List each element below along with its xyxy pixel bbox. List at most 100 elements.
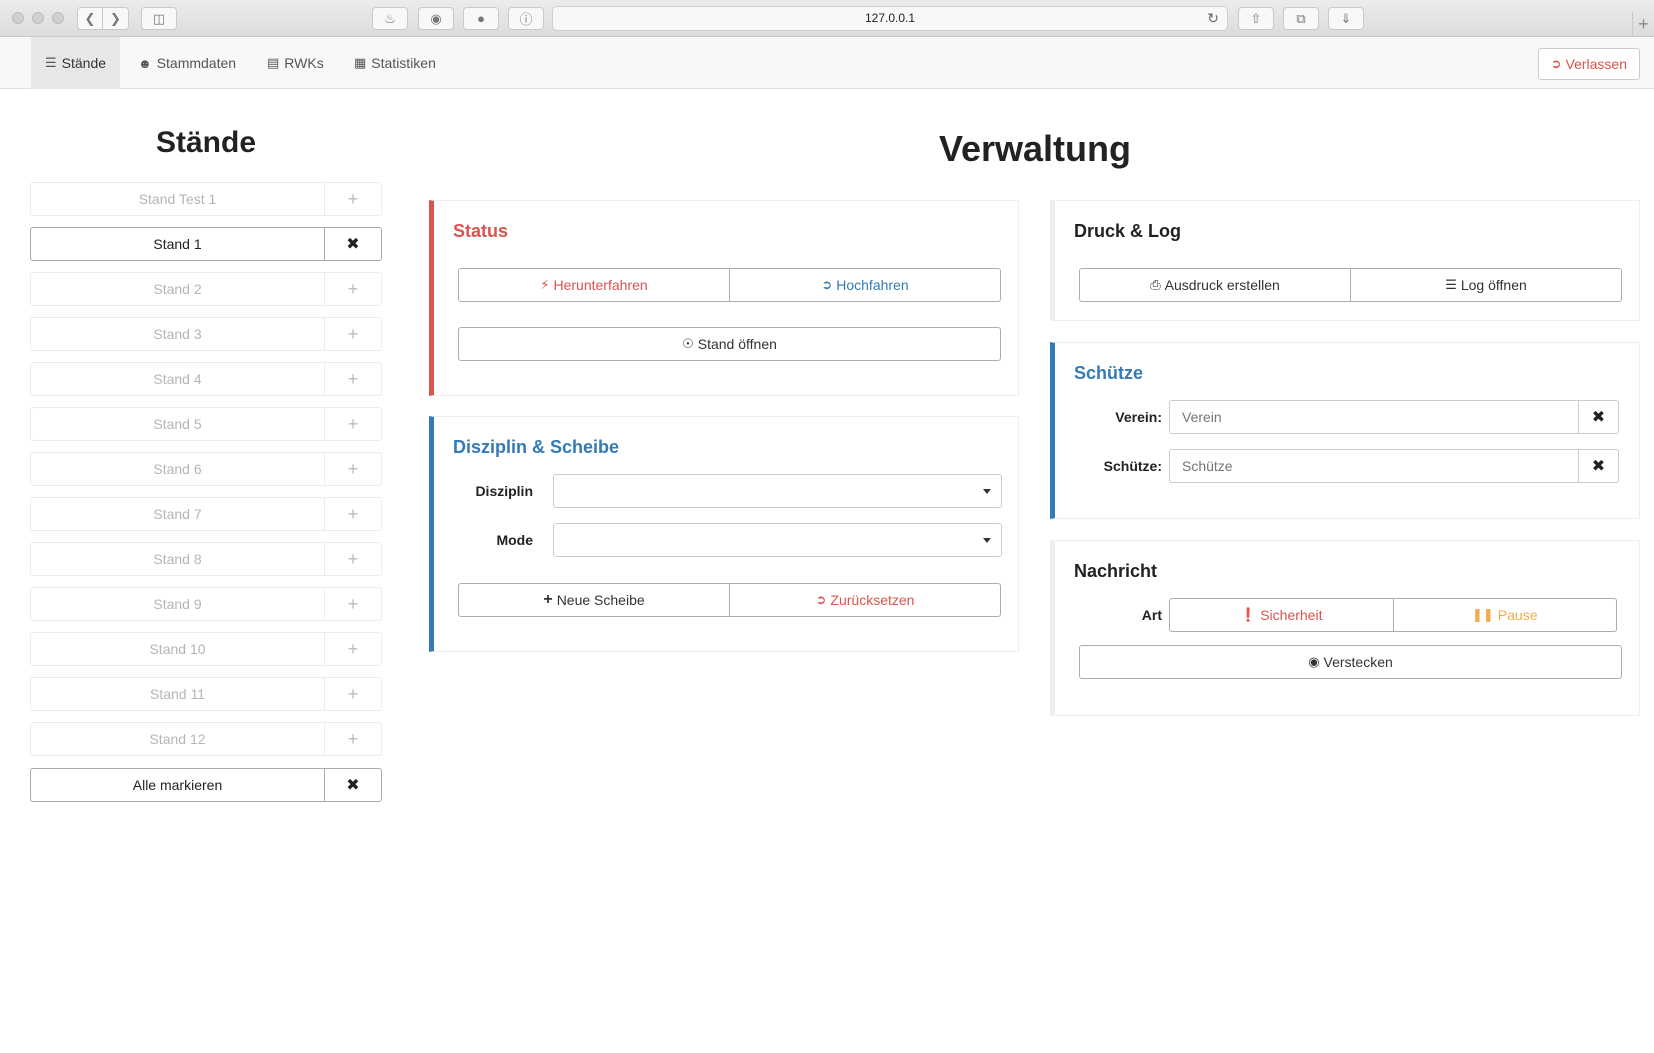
stand-select-button[interactable]: Stand 7 [30,497,325,531]
verein-input[interactable] [1169,400,1579,434]
power-button-group: ⚡︎ Herunterfahren ➲ Hochfahren [458,268,1001,302]
stand-row: Stand Test 1 + [30,182,382,216]
art-button-group: ❗ Sicherheit ❚❚ Pause [1169,598,1617,632]
eye-slash-icon: ◉ [1308,654,1320,669]
nachricht-title: Nachricht [1074,561,1158,581]
plus-icon[interactable]: + [325,182,382,216]
plus-icon[interactable]: + [325,497,382,531]
nav-item-rwks[interactable]: ▤ RWKs [253,37,338,89]
stand-select-button[interactable]: Stand 5 [30,407,325,441]
plus-icon[interactable]: + [325,407,382,441]
close-window-button[interactable] [12,12,24,24]
stand-select-button[interactable]: Stand 9 [30,587,325,621]
print-button[interactable]: ⎙ Ausdruck erstellen [1079,268,1351,302]
druck-button-group: ⎙ Ausdruck erstellen ☰ Log öffnen [1079,268,1622,302]
bolt-icon: ⚡︎ [540,277,550,292]
new-target-button[interactable]: + Neue Scheibe [458,583,730,617]
schuetze-input[interactable] [1169,449,1579,483]
app-navbar: ☰ Stände ☻ Stammdaten ▤ RWKs ▦ Statistik… [0,37,1654,89]
stand-select-button[interactable]: Stand 3 [30,317,325,351]
info-extension-icon[interactable]: ⓘ [508,7,544,30]
disziplin-label: Disziplin [475,483,533,499]
startup-button[interactable]: ➲ Hochfahren [730,268,1001,302]
stand-row: Stand 2 + [30,272,382,306]
pause-icon: ❚❚ [1472,607,1494,622]
nav-item-statistiken[interactable]: ▦ Statistiken [340,37,450,89]
clear-schuetze-button[interactable]: ✖ [1579,449,1619,483]
new-tab-icon[interactable]: + [1632,12,1654,37]
disziplin-select[interactable] [553,474,1002,508]
stand-select-button[interactable]: Stand 12 [30,722,325,756]
leave-button[interactable]: ➲ Verlassen [1537,48,1640,80]
new-target-label: Neue Scheibe [556,592,645,608]
ghost-extension-icon[interactable]: ● [463,7,499,30]
reset-label: Zurücksetzen [830,592,915,608]
stand-select-button[interactable]: Alle markieren [30,768,325,802]
plus-icon[interactable]: + [325,542,382,576]
startup-label: Hochfahren [836,277,909,293]
ublock-icon[interactable]: ◉ [418,7,454,30]
close-icon[interactable]: ✖ [325,227,382,261]
document-icon: ▤ [267,55,280,70]
stand-row: Stand 9 + [30,587,382,621]
hide-button[interactable]: ◉ Verstecken [1079,645,1622,679]
caret-down-icon [983,489,991,494]
target-icon: ☉ [682,336,694,351]
back-icon[interactable]: ❮ [77,7,103,30]
exclamation-circle-icon: ❗ [1240,607,1257,622]
url-bar[interactable]: 127.0.0.1 ↻ [552,6,1228,31]
plus-icon[interactable]: + [325,272,382,306]
zoom-window-button[interactable] [52,12,64,24]
extension-icon[interactable]: ♨ [372,7,408,30]
plus-icon[interactable]: + [325,632,382,666]
status-title: Status [453,221,509,241]
stand-select-button[interactable]: Stand 1 [30,227,325,261]
reload-icon[interactable]: ↻ [1207,7,1219,30]
forward-icon[interactable]: ❯ [103,7,129,30]
pause-label: Pause [1497,607,1538,623]
plus-icon[interactable]: + [325,317,382,351]
open-stand-button[interactable]: ☉ Stand öffnen [458,327,1001,361]
nav-label: RWKs [284,55,324,71]
pause-button[interactable]: ❚❚ Pause [1393,598,1617,632]
plus-icon: + [543,591,553,608]
stand-row: Stand 6 + [30,452,382,486]
shutdown-button[interactable]: ⚡︎ Herunterfahren [458,268,730,302]
security-button[interactable]: ❗ Sicherheit [1169,598,1394,632]
plus-icon[interactable]: + [325,587,382,621]
nav-item-stammdaten[interactable]: ☻ Stammdaten [124,37,250,89]
reset-button[interactable]: ➲ Zurücksetzen [730,583,1001,617]
minimize-window-button[interactable] [32,12,44,24]
bar-chart-icon: ▦ [354,55,367,70]
status-panel: Status ⚡︎ Herunterfahren ➲ Hochfahren ☉ … [429,200,1019,396]
shutdown-label: Herunterfahren [553,277,648,293]
stand-select-button[interactable]: Stand 10 [30,632,325,666]
plus-icon[interactable]: + [325,722,382,756]
verein-label: Verein: [1115,409,1162,425]
stand-select-button[interactable]: Stand 11 [30,677,325,711]
stand-row: Stand 12 + [30,722,382,756]
plus-icon[interactable]: + [325,452,382,486]
stand-select-button[interactable]: Stand Test 1 [30,182,325,216]
browser-toolbar: ❮ ❯ ◫ ♨ ◉ ● ⓘ 127.0.0.1 ↻ ⇧ ⧉ ⇓ + [0,0,1654,37]
log-button[interactable]: ☰ Log öffnen [1351,268,1622,302]
plus-icon[interactable]: + [325,362,382,396]
stand-select-button[interactable]: Stand 2 [30,272,325,306]
stand-select-button[interactable]: Stand 4 [30,362,325,396]
close-icon[interactable]: ✖ [325,768,382,802]
stand-select-button[interactable]: Stand 8 [30,542,325,576]
nav-label: Stände [61,55,107,71]
sign-out-icon: ➲ [815,592,827,607]
sidebar-toggle-icon[interactable]: ◫ [141,7,177,30]
stands-title: Stände [155,126,257,159]
clear-verein-button[interactable]: ✖ [1579,400,1619,434]
security-label: Sicherheit [1260,607,1323,623]
print-label: Ausdruck erstellen [1164,277,1280,293]
download-icon[interactable]: ⇓ [1328,7,1364,30]
stand-select-button[interactable]: Stand 6 [30,452,325,486]
nav-item-staende[interactable]: ☰ Stände [31,37,121,89]
share-icon[interactable]: ⇧ [1238,7,1274,30]
plus-icon[interactable]: + [325,677,382,711]
mode-select[interactable] [553,523,1002,557]
tabs-overview-icon[interactable]: ⧉ [1283,7,1319,30]
